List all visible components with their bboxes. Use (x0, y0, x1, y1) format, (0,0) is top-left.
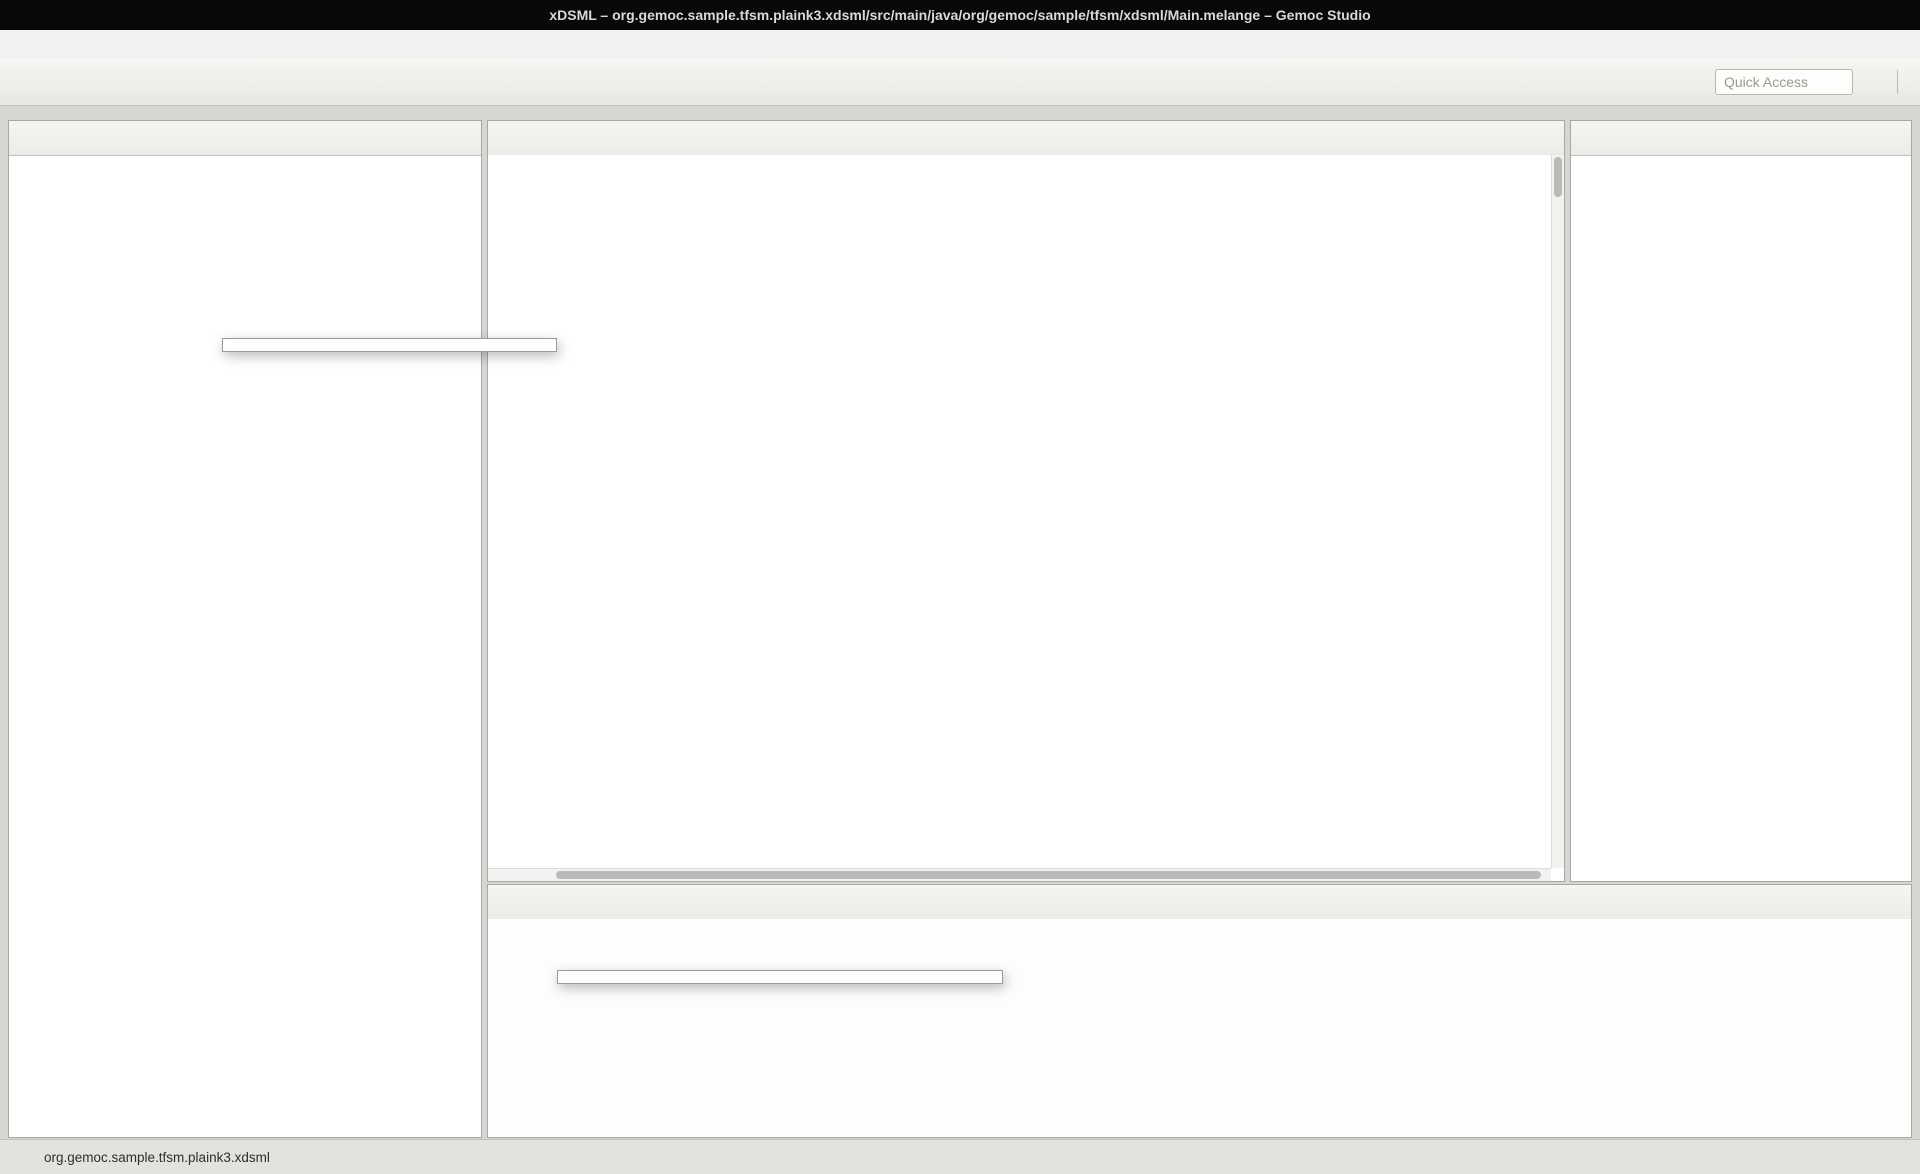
window-title: xDSML – org.gemoc.sample.tfsm.plaink3.xd… (549, 7, 1370, 23)
quick-access-input[interactable] (1715, 69, 1853, 95)
bottom-views-panel (487, 884, 1912, 1138)
vertical-scroll-thumb[interactable] (1554, 157, 1562, 197)
toolbar-separator (1897, 70, 1898, 94)
project-context-menu (222, 338, 557, 352)
editor-tabs (488, 121, 1564, 156)
code-editor[interactable] (488, 155, 1551, 868)
outline-panel (1570, 120, 1912, 882)
javadoc-view-content (488, 919, 1911, 1137)
status-project-icon (12, 1149, 30, 1165)
menu-bar (0, 30, 1920, 58)
editor-vertical-scrollbar[interactable] (1551, 155, 1564, 868)
bottom-view-tabs (488, 885, 1911, 920)
outline-tabs (1571, 121, 1911, 156)
project-explorer-tree (9, 156, 481, 160)
editor-panel (487, 120, 1565, 882)
toolbar-right (1715, 69, 1910, 95)
horizontal-scroll-thumb[interactable] (556, 871, 1541, 879)
outline-tree (1571, 156, 1911, 160)
project-explorer-tabs (9, 121, 481, 156)
status-bar: org.gemoc.sample.tfsm.plaink3.xdsml (0, 1139, 1920, 1174)
gemoc-language-submenu (557, 970, 1003, 984)
editor-horizontal-scrollbar[interactable] (488, 868, 1551, 881)
title-bar: xDSML – org.gemoc.sample.tfsm.plaink3.xd… (0, 0, 1920, 30)
gemoc-studio-window: xDSML – org.gemoc.sample.tfsm.plaink3.xd… (0, 0, 1920, 1174)
project-explorer-panel (8, 120, 482, 1138)
open-perspective-button[interactable] (1865, 72, 1885, 92)
main-toolbar (0, 58, 1920, 106)
status-text: org.gemoc.sample.tfsm.plaink3.xdsml (44, 1150, 270, 1165)
